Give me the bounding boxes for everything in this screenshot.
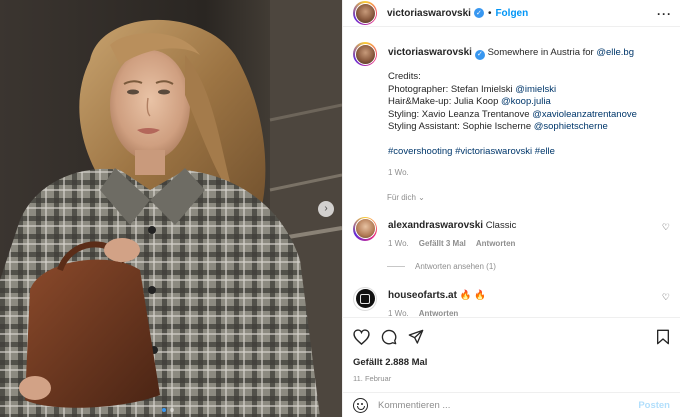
comment-bubble-icon[interactable] (381, 329, 397, 345)
add-comment-bar: Posten (343, 392, 680, 417)
caption-location: Somewhere in Austria for (487, 47, 594, 58)
reply-button[interactable]: Antworten (419, 308, 459, 318)
avatar[interactable] (353, 286, 377, 311)
credits-list: Credits: Photographer: Stefan Imielski @… (388, 71, 637, 134)
chevron-down-icon: ⌄ (418, 192, 425, 202)
mention-link[interactable]: @koop.julia (501, 96, 551, 107)
verified-badge-icon: ✓ (474, 50, 485, 60)
verified-badge-icon: ✓ (473, 8, 484, 18)
post-header: victoriaswarovski ✓ • Folgen ··· (343, 0, 680, 27)
post-comment-button[interactable]: Posten (638, 400, 670, 411)
avatar[interactable] (353, 1, 377, 25)
comment-age: 1 Wo. (388, 308, 409, 318)
comment-age: 1 Wo. (388, 238, 409, 248)
post-date: 11. Februar (353, 374, 392, 383)
more-options-icon[interactable]: ··· (657, 7, 672, 21)
mention-link[interactable]: @elle.bg (596, 47, 634, 58)
translate-toggle[interactable]: Für dich ⌄ (387, 193, 670, 202)
like-heart-icon[interactable] (353, 329, 370, 345)
comment-text: Classic (485, 219, 517, 231)
credits-title: Credits: (388, 71, 421, 82)
share-send-icon[interactable] (408, 329, 424, 345)
likes-count[interactable]: Gefällt 2.888 Mal (353, 357, 670, 368)
mention-link[interactable]: @sophietscherne (534, 121, 608, 132)
comment-item: houseofarts.at 🔥 🔥 1 Wo. Antworten ♡ (353, 286, 670, 318)
carousel-dot-active (162, 408, 166, 412)
carousel-next-button[interactable]: › (318, 201, 334, 217)
credit-line: Photographer: Stefan Imielski @imielski (388, 83, 557, 95)
carousel-dot (170, 408, 174, 412)
author-username[interactable]: victoriaswarovski (387, 8, 471, 19)
comment-text: 🔥 🔥 (459, 289, 486, 301)
view-replies-button[interactable]: Antworten ansehen (1) (387, 262, 670, 271)
mention-link[interactable]: @imielski (515, 84, 556, 95)
hashtags-link[interactable]: #covershooting #victoriaswarovski #elle (388, 146, 637, 158)
like-comment-heart-icon[interactable]: ♡ (662, 292, 670, 303)
divider-line (387, 265, 405, 267)
comment-username[interactable]: alexandraswarovski (388, 220, 483, 231)
credit-line: Styling: Xavio Leanza Trentanove @xaviol… (388, 108, 637, 120)
follow-button[interactable]: Folgen (495, 8, 528, 19)
mention-link[interactable]: @xavioleanzatrentanove (532, 109, 637, 120)
post-photo[interactable]: › (0, 0, 342, 417)
avatar[interactable] (353, 216, 377, 241)
avatar[interactable] (353, 42, 377, 66)
emoji-smiley-icon[interactable] (353, 397, 368, 413)
like-comment-heart-icon[interactable]: ♡ (662, 222, 670, 233)
comment-likes-link[interactable]: Gefällt 3 Mal (419, 238, 466, 250)
translate-label: Für dich (387, 192, 416, 202)
post-details-panel: victoriaswarovski ✓ • Folgen ··· victori… (342, 0, 680, 417)
view-replies-label: Antworten ansehen (1) (415, 261, 496, 271)
photo-illustration (0, 0, 342, 417)
comment-item: alexandraswarovski Classic 1 Wo. Gefällt… (353, 216, 670, 250)
chevron-right-icon: › (324, 203, 328, 214)
credit-line: Styling Assistant: Sophie Ischerne @soph… (388, 121, 608, 132)
post-caption: victoriaswarovski ✓ Somewhere in Austria … (353, 42, 670, 179)
bookmark-icon[interactable] (656, 329, 670, 345)
reply-button[interactable]: Antworten (476, 238, 516, 250)
comments-scroll-area[interactable]: victoriaswarovski ✓ Somewhere in Austria … (343, 28, 680, 317)
post-age: 1 Wo. (388, 167, 409, 177)
carousel-dots (162, 408, 174, 412)
post-actions: Gefällt 2.888 Mal 11. Februar (343, 317, 680, 383)
caption-username[interactable]: victoriaswarovski (388, 47, 472, 58)
credit-line: Hair&Make-up: Julia Koop @koop.julia (388, 96, 551, 107)
comment-input[interactable] (378, 399, 639, 411)
comment-username[interactable]: houseofarts.at (388, 290, 457, 301)
separator-dot: • (487, 7, 492, 19)
